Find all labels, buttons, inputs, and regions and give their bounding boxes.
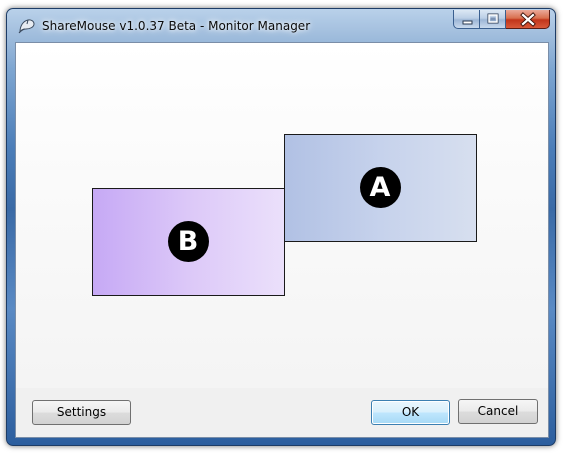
caption-buttons — [453, 10, 550, 30]
ok-button[interactable]: OK — [371, 400, 450, 425]
monitor-layout-canvas[interactable]: A B — [16, 43, 548, 388]
client-area: A B Settings OK Cancel — [15, 42, 549, 438]
cancel-button[interactable]: Cancel — [458, 399, 538, 424]
minimize-icon — [462, 20, 473, 25]
close-button[interactable] — [506, 10, 550, 29]
monitor-label: B — [167, 221, 209, 262]
title-bar[interactable]: ShareMouse v1.0.37 Beta - Monitor Manage… — [7, 9, 555, 41]
monitor-label: A — [359, 167, 401, 208]
sharemouse-mouse-icon[interactable] — [17, 17, 37, 35]
maximize-icon — [487, 13, 499, 24]
close-icon — [520, 12, 536, 27]
monitor-a[interactable]: A — [284, 134, 477, 242]
window-title: ShareMouse v1.0.37 Beta - Monitor Manage… — [42, 19, 311, 33]
settings-button[interactable]: Settings — [32, 400, 131, 425]
monitor-b[interactable]: B — [92, 188, 285, 296]
minimize-button[interactable] — [453, 10, 480, 29]
maximize-button[interactable] — [480, 10, 506, 29]
